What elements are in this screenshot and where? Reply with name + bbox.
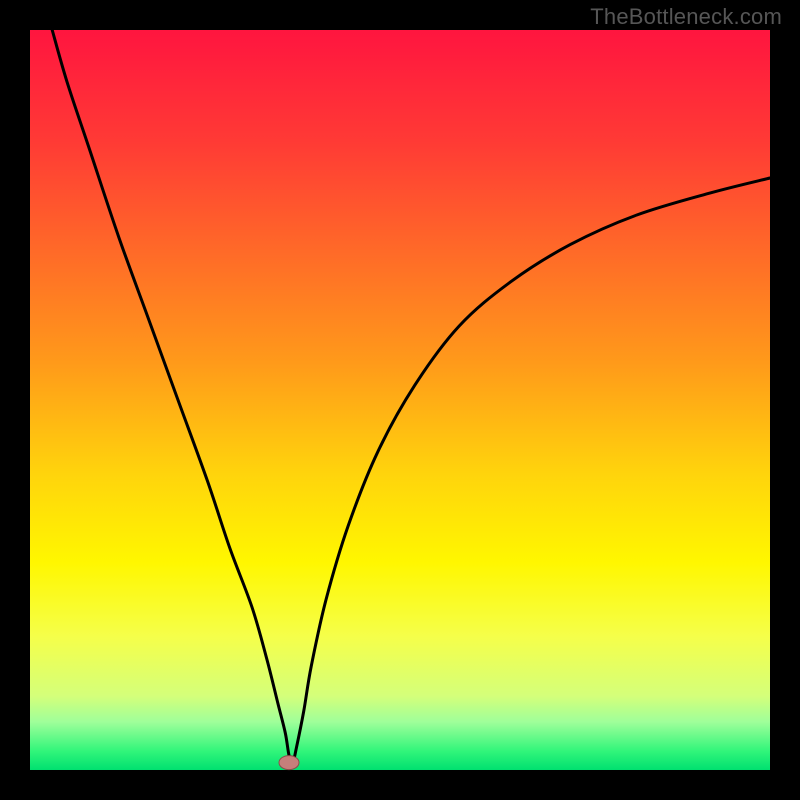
bottleneck-chart — [0, 0, 800, 800]
chart-frame: TheBottleneck.com — [0, 0, 800, 800]
plot-background — [30, 30, 770, 770]
minimum-marker-icon — [279, 756, 299, 770]
watermark-text: TheBottleneck.com — [590, 4, 782, 30]
